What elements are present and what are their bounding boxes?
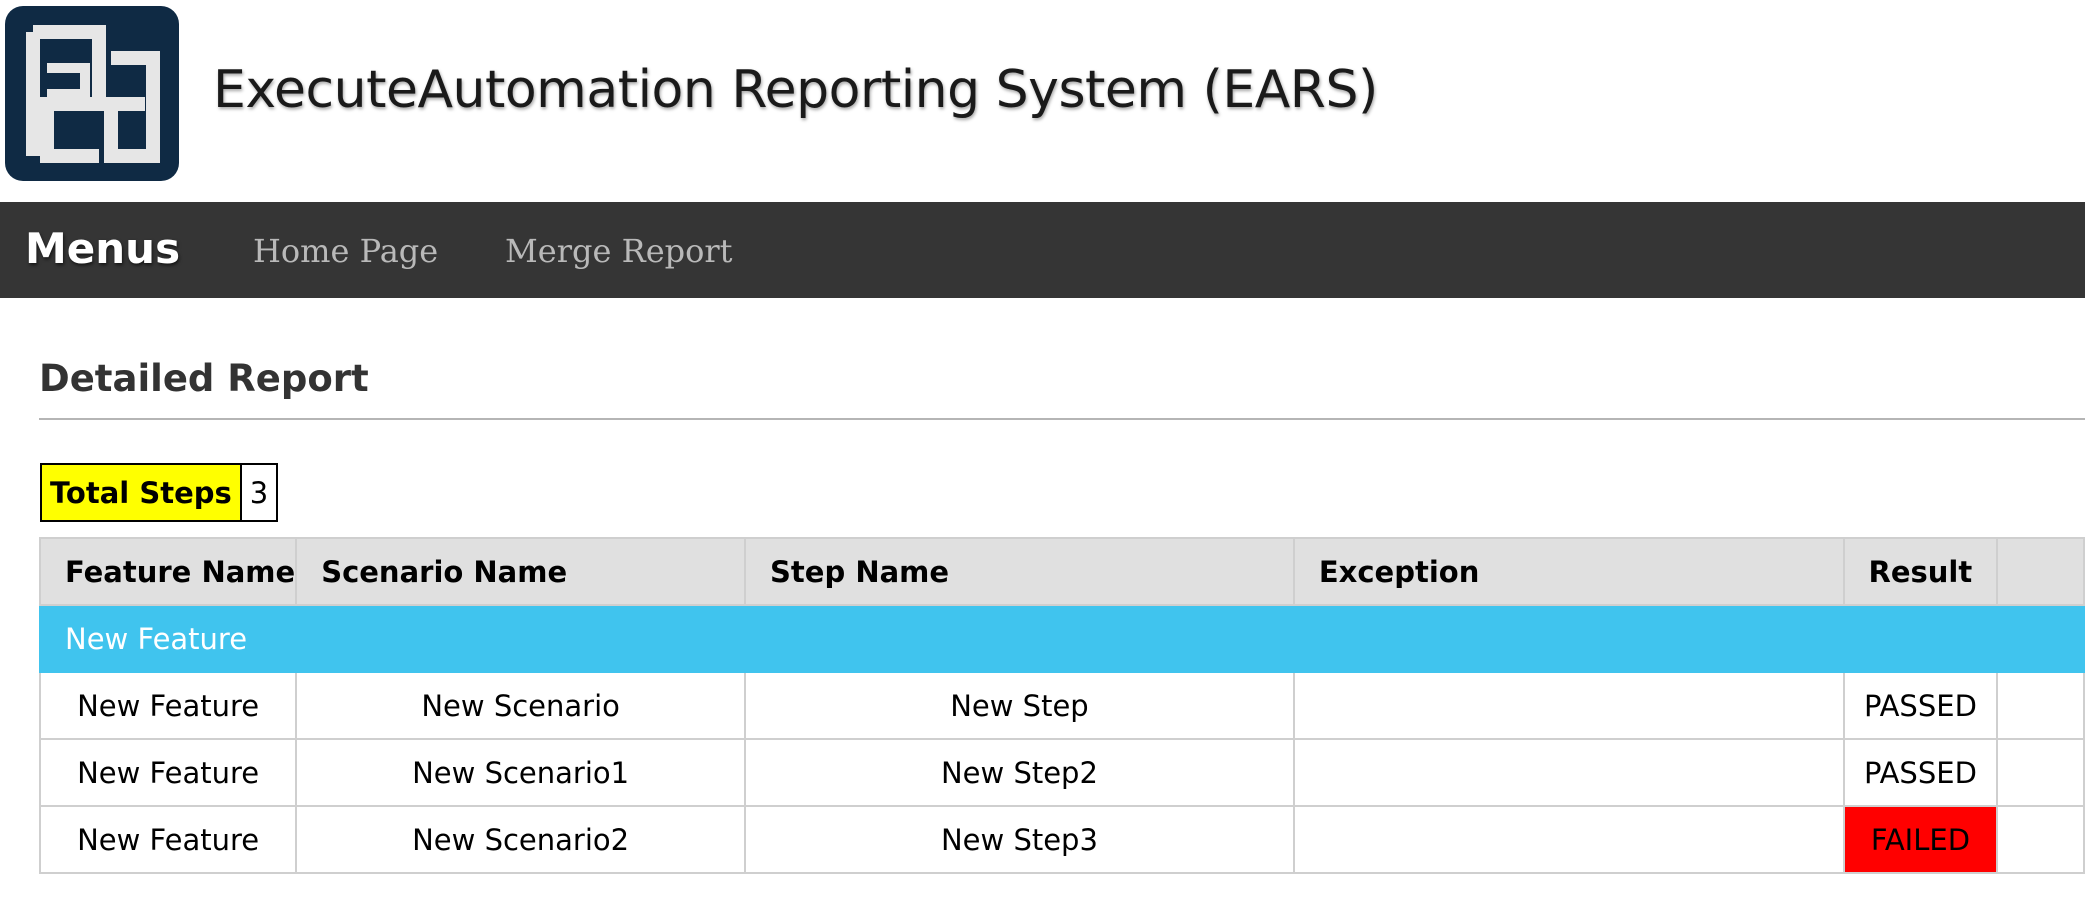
column-header-step-name[interactable]: Step Name <box>744 537 1295 606</box>
ea-logo-icon <box>5 6 179 181</box>
detailed-report-table: Feature Name Scenario Name Step Name Exc… <box>38 537 2085 874</box>
cell-extra <box>1996 805 2085 874</box>
cell-step: New Step2 <box>744 738 1295 807</box>
column-header-extra <box>1996 537 2085 606</box>
cell-result: PASSED <box>1842 671 1999 740</box>
app-title: ExecuteAutomation Reporting System (EARS… <box>213 60 1378 120</box>
feature-group-label: New Feature <box>39 604 2085 673</box>
nav-link-home-page[interactable]: Home Page <box>253 232 438 270</box>
column-header-exception[interactable]: Exception <box>1292 537 1845 606</box>
cell-feature: New Feature <box>38 738 298 807</box>
nav-brand: Menus <box>25 224 181 273</box>
cell-extra <box>1996 738 2085 807</box>
cell-step: New Step3 <box>744 805 1295 874</box>
cell-scenario: New Scenario <box>295 671 747 740</box>
cell-scenario: New Scenario2 <box>295 805 747 874</box>
cell-feature: New Feature <box>38 671 298 740</box>
table-row: New Feature New Scenario2 New Step3 FAIL… <box>38 805 2085 874</box>
table-row: New Feature New Scenario New Step PASSED <box>38 671 2085 740</box>
cell-step: New Step <box>744 671 1295 740</box>
cell-exception <box>1292 738 1845 807</box>
cell-extra <box>1996 671 2085 740</box>
table-header-row: Feature Name Scenario Name Step Name Exc… <box>38 537 2085 606</box>
total-steps-summary: Total Steps 3 <box>40 463 279 522</box>
cell-exception <box>1292 671 1845 740</box>
cell-result: PASSED <box>1842 738 1999 807</box>
cell-scenario: New Scenario1 <box>295 738 747 807</box>
feature-group-row[interactable]: New Feature <box>39 604 2085 673</box>
column-header-result[interactable]: Result <box>1842 537 1999 606</box>
total-steps-label: Total Steps <box>42 465 242 520</box>
nav-link-merge-report[interactable]: Merge Report <box>505 232 733 270</box>
cell-result-failed: FAILED <box>1842 805 1999 874</box>
total-steps-value: 3 <box>241 465 277 520</box>
column-header-scenario-name[interactable]: Scenario Name <box>295 537 747 606</box>
app-header: ExecuteAutomation Reporting System (EARS… <box>0 0 2085 202</box>
page-title: Detailed Report <box>39 357 369 400</box>
table-row: New Feature New Scenario1 New Step2 PASS… <box>38 738 2085 807</box>
cell-exception <box>1292 805 1845 874</box>
column-header-feature-name[interactable]: Feature Name <box>38 537 298 606</box>
navbar: Menus Home Page Merge Report <box>0 202 2085 298</box>
heading-divider <box>39 418 2085 420</box>
cell-feature: New Feature <box>38 805 298 874</box>
